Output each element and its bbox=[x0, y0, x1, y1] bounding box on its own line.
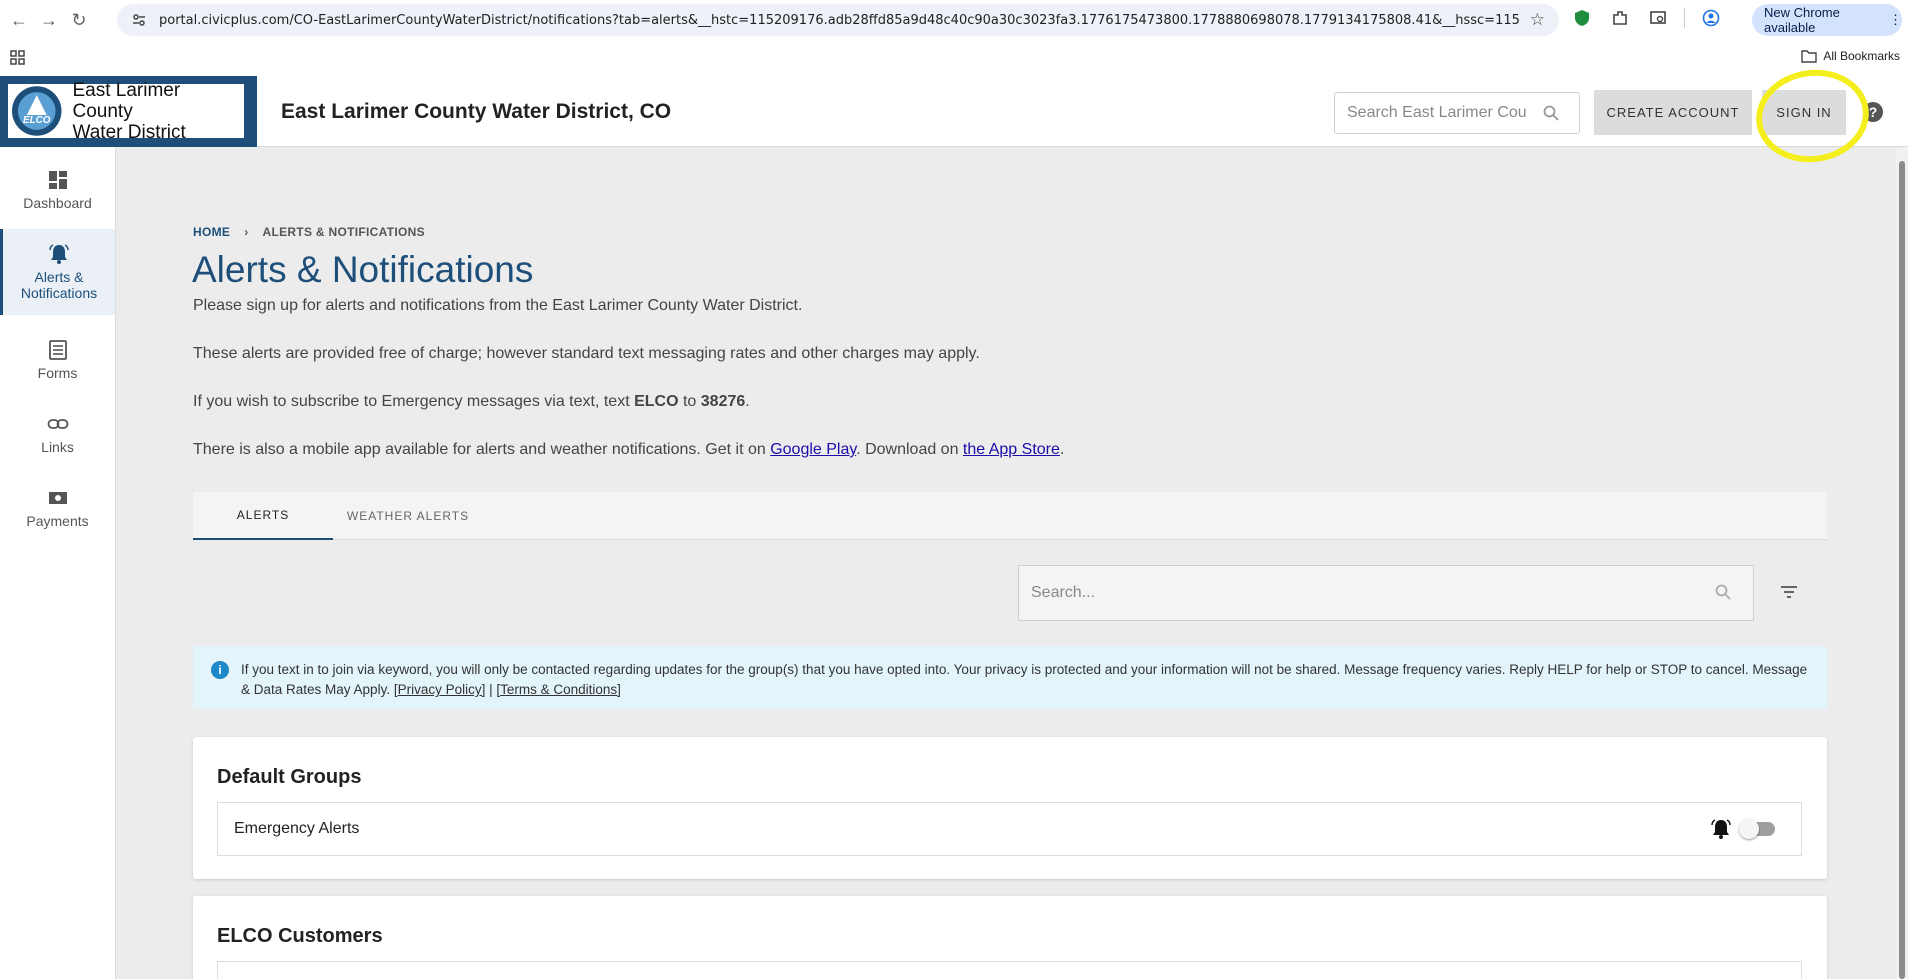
elco-customers-card: ELCO Customers bbox=[193, 896, 1827, 979]
breadcrumb: HOME › ALERTS & NOTIFICATIONS bbox=[193, 225, 425, 239]
new-chrome-button[interactable]: New Chrome available ⋮ bbox=[1752, 4, 1902, 36]
text-subscribe-paragraph: If you wish to subscribe to Emergency me… bbox=[193, 393, 750, 411]
seal-text: ELCO bbox=[23, 115, 51, 126]
sidebar-item-label: Alerts & bbox=[34, 269, 84, 285]
browser-toolbar: ← → ↻ portal.civicplus.com/CO-EastLarime… bbox=[0, 0, 1908, 40]
group-label: Emergency Alerts bbox=[234, 820, 360, 837]
mobile-app-paragraph: There is also a mobile app available for… bbox=[193, 441, 1064, 459]
app-store-link[interactable]: the App Store bbox=[963, 441, 1060, 458]
alerts-search-input[interactable]: Search... bbox=[1018, 565, 1754, 621]
sidebar-item-label: Dashboard bbox=[23, 195, 92, 211]
menu-dots-icon[interactable]: ⋮ bbox=[1889, 12, 1902, 28]
site-search-placeholder: Search East Larimer County Water Distric… bbox=[1347, 104, 1527, 121]
breadcrumb-current: ALERTS & NOTIFICATIONS bbox=[262, 225, 425, 239]
back-icon[interactable]: ← bbox=[4, 5, 34, 35]
info-icon: i bbox=[211, 661, 229, 679]
dashboard-icon bbox=[48, 171, 67, 189]
apps-grid-icon[interactable] bbox=[8, 48, 28, 68]
all-bookmarks-button[interactable]: All Bookmarks bbox=[1801, 49, 1900, 63]
sidebar-item-label: Links bbox=[41, 439, 74, 455]
reload-icon[interactable]: ↻ bbox=[64, 5, 94, 35]
site-search-input[interactable]: Search East Larimer County Water Distric… bbox=[1334, 92, 1580, 134]
sidebar: Dashboard Alerts & Notifications Forms L… bbox=[0, 147, 116, 979]
site-title: East Larimer County Water District, CO bbox=[281, 100, 672, 123]
charges-paragraph: These alerts are provided free of charge… bbox=[193, 345, 980, 362]
sidebar-item-label: Payments bbox=[26, 513, 89, 529]
page-title: Alerts & Notifications bbox=[192, 249, 534, 290]
search-icon[interactable] bbox=[1543, 105, 1559, 121]
sidebar-item-label-line2: Notifications bbox=[20, 285, 98, 301]
breadcrumb-separator-icon: › bbox=[244, 225, 249, 239]
group-row bbox=[217, 961, 1802, 979]
info-banner: i If you text in to join via keyword, yo… bbox=[193, 646, 1827, 709]
create-account-button[interactable]: CREATE ACCOUNT bbox=[1594, 90, 1752, 135]
tab-weather-alerts[interactable]: WEATHER ALERTS bbox=[333, 492, 483, 540]
info-separator: | bbox=[485, 682, 497, 697]
help-icon[interactable]: ? bbox=[1863, 102, 1883, 122]
shield-extension-icon[interactable] bbox=[1570, 6, 1594, 30]
sidebar-item-forms[interactable]: Forms bbox=[0, 339, 115, 391]
tab-search-icon[interactable] bbox=[1646, 6, 1670, 30]
google-play-link[interactable]: Google Play bbox=[770, 441, 856, 458]
search-icon[interactable] bbox=[1715, 584, 1731, 600]
para3-text: If you wish to subscribe to Emergency me… bbox=[193, 393, 635, 410]
site-info-icon[interactable] bbox=[131, 12, 147, 28]
terms-conditions-link[interactable]: [Terms & Conditions] bbox=[496, 682, 621, 697]
sms-shortcode: 38276 bbox=[700, 393, 746, 410]
para4-text: . Download on bbox=[856, 441, 963, 458]
site-header: ELCO East Larimer County Water District … bbox=[0, 76, 1908, 147]
extensions-icon[interactable] bbox=[1608, 6, 1632, 30]
para3-text: . bbox=[745, 393, 750, 410]
forward-icon[interactable]: → bbox=[34, 5, 64, 35]
new-chrome-label: New Chrome available bbox=[1764, 5, 1840, 35]
bookmark-star-icon[interactable]: ☆ bbox=[1530, 10, 1545, 30]
default-groups-card: Default Groups Emergency Alerts bbox=[193, 737, 1827, 879]
sms-keyword: ELCO bbox=[634, 393, 679, 410]
logo-text-line2: Water District bbox=[72, 121, 186, 143]
sidebar-item-links[interactable]: Links bbox=[0, 413, 115, 465]
all-bookmarks-label: All Bookmarks bbox=[1823, 49, 1900, 63]
bookmarks-bar: All Bookmarks bbox=[0, 40, 1908, 76]
sidebar-item-alerts-notifications[interactable]: Alerts & Notifications bbox=[0, 229, 115, 315]
info-text: If you text in to join via keyword, you … bbox=[241, 660, 1809, 709]
profile-icon[interactable] bbox=[1699, 6, 1723, 30]
bell-icon bbox=[1711, 819, 1731, 839]
tabs-bar: ALERTS WEATHER ALERTS bbox=[193, 492, 1827, 540]
logo-text-line1: East Larimer County bbox=[72, 79, 181, 122]
alerts-search-placeholder: Search... bbox=[1031, 584, 1096, 601]
logo[interactable]: ELCO East Larimer County Water District bbox=[0, 76, 257, 147]
scrollbar-thumb[interactable] bbox=[1899, 161, 1905, 979]
sidebar-item-payments[interactable]: Payments bbox=[0, 487, 115, 539]
sign-in-button[interactable]: SIGN IN bbox=[1762, 90, 1846, 135]
district-seal-icon: ELCO bbox=[11, 86, 62, 136]
sidebar-item-label: Forms bbox=[37, 365, 78, 381]
card-title: Default Groups bbox=[217, 766, 362, 788]
address-bar[interactable]: portal.civicplus.com/CO-EastLarimerCount… bbox=[117, 4, 1559, 36]
tab-alerts[interactable]: ALERTS bbox=[193, 492, 333, 540]
url-text: portal.civicplus.com/CO-EastLarimerCount… bbox=[159, 12, 1519, 28]
bell-icon bbox=[49, 244, 69, 264]
sidebar-item-dashboard[interactable]: Dashboard bbox=[0, 169, 115, 221]
card-title: ELCO Customers bbox=[217, 925, 383, 947]
forms-icon bbox=[48, 340, 67, 360]
para4-text: . bbox=[1059, 441, 1065, 458]
subscribe-toggle[interactable] bbox=[1739, 819, 1775, 839]
breadcrumb-home-link[interactable]: HOME bbox=[193, 225, 230, 239]
group-row-emergency-alerts: Emergency Alerts bbox=[217, 802, 1802, 856]
privacy-policy-link[interactable]: [Privacy Policy] bbox=[394, 682, 486, 697]
scrollbar[interactable] bbox=[1896, 147, 1908, 979]
payments-icon bbox=[48, 492, 67, 504]
link-icon bbox=[47, 419, 68, 429]
para3-text: to bbox=[678, 393, 701, 410]
folder-icon bbox=[1801, 50, 1818, 63]
intro-paragraph: Please sign up for alerts and notificati… bbox=[193, 297, 803, 314]
para4-text: There is also a mobile app available for… bbox=[193, 441, 771, 458]
filter-icon[interactable] bbox=[1780, 584, 1798, 600]
